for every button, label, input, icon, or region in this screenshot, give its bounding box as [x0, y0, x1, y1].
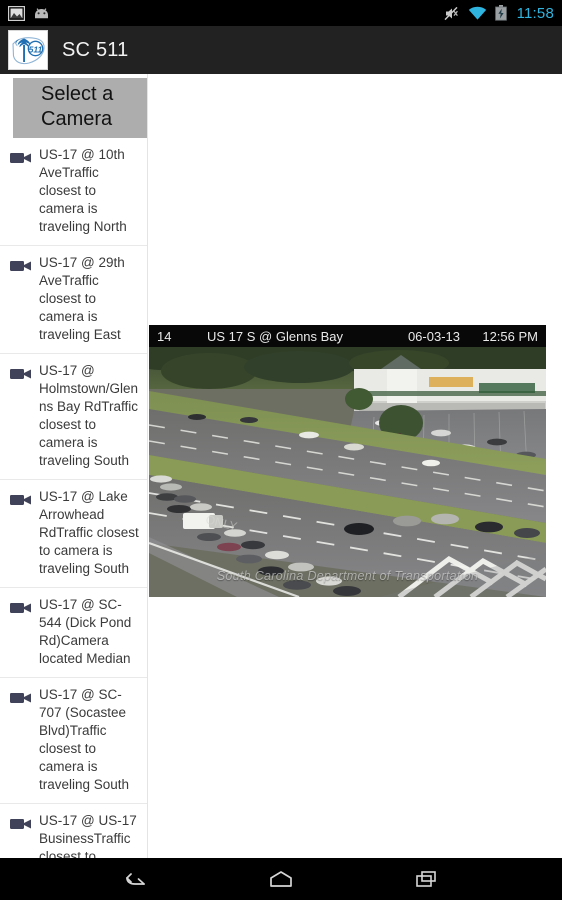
back-button[interactable]: [116, 864, 154, 894]
camera-list-item[interactable]: US-17 @ SC-707 (Socastee Blvd)Traffic cl…: [0, 678, 147, 804]
battery-charging-icon: [494, 5, 507, 21]
lead-vehicle: [344, 523, 374, 535]
traffic-camera-image: ONLY South Carolina Department of Transp…: [149, 347, 546, 597]
recents-button[interactable]: [408, 864, 446, 894]
volume-muted-icon: [444, 6, 458, 20]
camera-list-item[interactable]: US-17 @ 10th AveTraffic closest to camer…: [0, 138, 147, 246]
content-area: Select a Camera US-17 @ 10th AveTraffic …: [0, 74, 562, 858]
screenshot-icon: [8, 5, 25, 21]
home-button[interactable]: [262, 864, 300, 894]
camera-list-item[interactable]: US-17 @ SC-544 (Dick Pond Rd)Camera loca…: [0, 588, 147, 678]
camera-image-frame[interactable]: 14 US 17 S @ Glenns Bay 06-03-13 12:56 P…: [149, 325, 546, 597]
video-camera-icon: [10, 367, 32, 386]
android-tablet-screen: 11:58 511 SC 511 Select a Camera US-17 @…: [0, 0, 562, 900]
video-camera-icon: [10, 493, 32, 512]
camera-viewer-pane: 14 US 17 S @ Glenns Bay 06-03-13 12:56 P…: [149, 74, 562, 858]
sc511-logo-icon: 511: [8, 30, 48, 70]
home-icon: [270, 871, 292, 887]
video-camera-icon: [10, 817, 32, 836]
recents-icon: [416, 871, 436, 887]
app-title: SC 511: [62, 38, 129, 61]
status-bar-notifications: [8, 5, 50, 21]
svg-text:511: 511: [29, 44, 43, 54]
camera-location-label: US 17 S @ Glenns Bay: [207, 328, 344, 344]
video-camera-icon: [10, 601, 32, 620]
video-camera-icon: [10, 259, 32, 278]
status-bar: 11:58: [0, 0, 562, 26]
status-bar-system-icons: 11:58: [443, 5, 554, 22]
camera-list-item[interactable]: US-17 @ Lake Arrowhead RdTraffic closest…: [0, 480, 147, 588]
camera-date-label: 06-03-13: [407, 328, 460, 344]
android-navigation-bar: [0, 858, 562, 900]
android-robot-icon: [35, 7, 48, 18]
traffic-scene-graphic: ONLY: [149, 347, 546, 597]
video-camera-icon: [10, 151, 32, 170]
back-arrow-icon: [126, 873, 145, 885]
camera-list-item[interactable]: US-17 @ US-17 BusinessTraffic closest to…: [0, 804, 147, 858]
camera-time-label: 12:56 PM: [482, 328, 538, 344]
status-bar-clock: 11:58: [516, 4, 554, 22]
camera-list-item[interactable]: US-17 @ Holmstown/Glenns Bay RdTraffic c…: [0, 354, 147, 480]
camera-list-sidebar[interactable]: Select a Camera US-17 @ 10th AveTraffic …: [0, 74, 148, 858]
wifi-icon: [468, 6, 486, 20]
select-a-camera-header: Select a Camera: [13, 78, 147, 138]
camera-id-label: 14: [157, 328, 172, 344]
select-a-camera-label: Select a Camera: [41, 83, 114, 130]
camera-list-item[interactable]: US-17 @ 29th AveTraffic closest to camer…: [0, 246, 147, 354]
action-bar: 511 SC 511: [0, 26, 562, 74]
video-camera-icon: [10, 691, 32, 710]
camera-image-overlay-bar: 14 US 17 S @ Glenns Bay 06-03-13 12:56 P…: [149, 325, 546, 347]
camera-list[interactable]: US-17 @ 10th AveTraffic closest to camer…: [0, 138, 147, 858]
sc-dot-watermark: South Carolina Department of Transportat…: [216, 569, 479, 583]
